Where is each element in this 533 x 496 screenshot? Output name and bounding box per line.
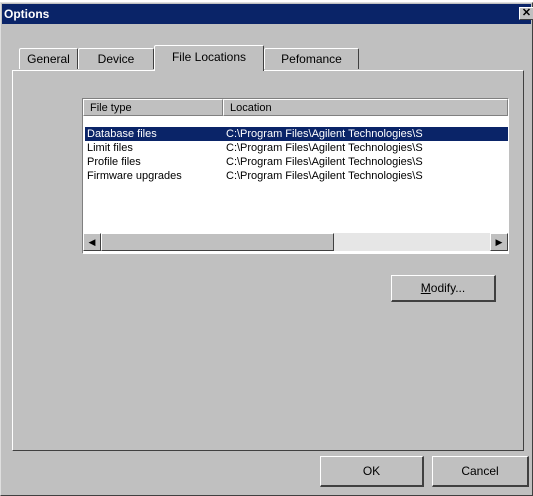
file-type-cell: Database files bbox=[87, 128, 157, 140]
tab-device[interactable]: Device bbox=[78, 48, 154, 69]
tab-file-locations[interactable]: File Locations bbox=[154, 45, 264, 71]
file-locations-panel: File type Location Database files C:\Pro… bbox=[12, 70, 524, 451]
location-cell: C:\Program Files\Agilent Technologies\S bbox=[226, 170, 423, 182]
location-cell: C:\Program Files\Agilent Technologies\S bbox=[226, 128, 423, 140]
horizontal-scrollbar[interactable]: ◀ ▶ bbox=[83, 233, 508, 251]
list-item[interactable]: Limit files C:\Program Files\Agilent Tec… bbox=[85, 141, 508, 155]
file-type-cell: Limit files bbox=[87, 142, 133, 154]
list-item[interactable]: Database files C:\Program Files\Agilent … bbox=[85, 127, 508, 141]
tab-performance-label: Pefomance bbox=[281, 52, 342, 66]
title-bar[interactable]: Options ✕ bbox=[2, 4, 533, 24]
tab-device-label: Device bbox=[97, 52, 135, 66]
window-title: Options bbox=[4, 7, 50, 21]
file-locations-list[interactable]: File type Location Database files C:\Pro… bbox=[82, 98, 509, 254]
modify-button[interactable]: Modify... bbox=[391, 275, 496, 302]
tab-general-label: General bbox=[27, 52, 70, 66]
tab-general[interactable]: General bbox=[19, 48, 78, 69]
location-cell: C:\Program Files\Agilent Technologies\S bbox=[226, 142, 423, 154]
close-icon[interactable]: ✕ bbox=[519, 7, 533, 20]
options-dialog: Options ✕ General Device File Locations … bbox=[0, 2, 533, 496]
tab-file-locations-label: File Locations bbox=[171, 50, 247, 64]
cancel-button[interactable]: Cancel bbox=[432, 456, 529, 487]
modify-button-label: Modify... bbox=[420, 281, 466, 295]
file-type-cell: Firmware upgrades bbox=[87, 170, 182, 182]
column-header-file-type[interactable]: File type bbox=[83, 99, 223, 116]
file-type-cell: Profile files bbox=[87, 156, 141, 168]
list-item[interactable]: Profile files C:\Program Files\Agilent T… bbox=[85, 155, 508, 169]
scroll-right-icon[interactable]: ▶ bbox=[490, 233, 508, 251]
location-cell: C:\Program Files\Agilent Technologies\S bbox=[226, 156, 423, 168]
scroll-thumb[interactable] bbox=[101, 233, 334, 251]
scroll-left-icon[interactable]: ◀ bbox=[83, 233, 101, 251]
tab-performance[interactable]: Pefomance bbox=[264, 48, 359, 69]
list-item[interactable]: Firmware upgrades C:\Program Files\Agile… bbox=[85, 169, 508, 183]
column-header-location[interactable]: Location bbox=[223, 99, 508, 116]
ok-button[interactable]: OK bbox=[320, 456, 424, 487]
